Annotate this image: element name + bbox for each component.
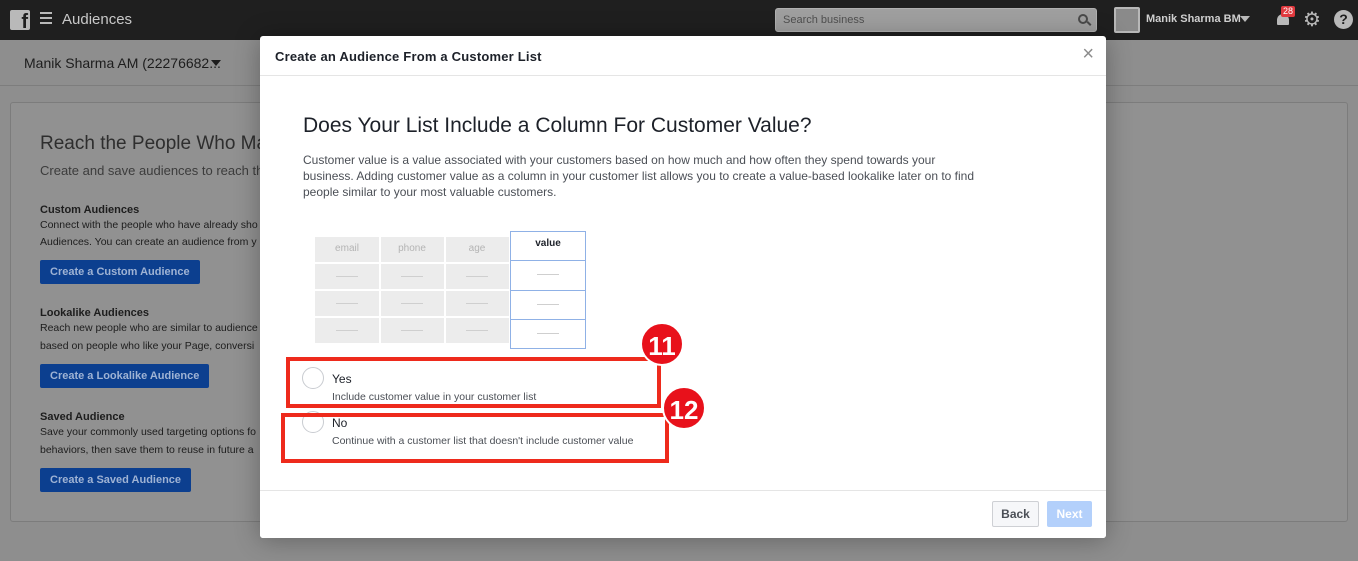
dialog-footer: Back Next [260, 490, 1106, 538]
highlight-box-yes [286, 357, 661, 408]
saved-audience-text-line: Save your commonly used targeting option… [40, 426, 256, 438]
ad-account-selector[interactable]: Manik Sharma AM (22276682... [24, 55, 221, 71]
illustration-divider [511, 260, 585, 261]
close-icon[interactable]: × [1082, 44, 1094, 64]
illustration-value-column: value [510, 231, 586, 349]
illustration-placeholder-dash [336, 303, 358, 304]
customer-value-question: Does Your List Include a Column For Cust… [303, 114, 812, 137]
illustration-placeholder-dash [537, 274, 559, 275]
illustration-divider [511, 319, 585, 320]
illustration-placeholder-dash [336, 276, 358, 277]
business-dropdown-caret-icon[interactable] [1240, 16, 1250, 22]
settings-gear-icon[interactable]: ⚙ [1303, 10, 1321, 30]
illustration-placeholder-dash [466, 330, 488, 331]
illustration-divider [315, 316, 511, 318]
illustration-divider [315, 262, 511, 264]
search-placeholder: Search business [783, 14, 865, 26]
illustration-column-phone: phone [398, 243, 426, 254]
lookalike-audiences-text-line: Reach new people who are similar to audi… [40, 322, 258, 334]
illustration-placeholder-dash [401, 276, 423, 277]
dialog-header: Create an Audience From a Customer List … [260, 36, 1106, 76]
app-title[interactable]: Audiences [62, 11, 132, 28]
account-dropdown-caret-icon[interactable] [211, 60, 221, 66]
create-saved-audience-button[interactable]: Create a Saved Audience [40, 468, 192, 492]
top-navigation-bar: f Audiences Search business Manik Sharma… [0, 0, 1358, 40]
step-badge-12: 12 [662, 386, 706, 430]
business-avatar[interactable] [1114, 7, 1140, 33]
notification-count-badge: 28 [1281, 6, 1296, 17]
illustration-column-age: age [468, 243, 486, 254]
facebook-logo-icon[interactable]: f [10, 10, 30, 30]
illustration-column-value: value [535, 238, 561, 249]
back-button[interactable]: Back [992, 501, 1039, 527]
create-lookalike-audience-button[interactable]: Create a Lookalike Audience [40, 364, 210, 388]
illustration-placeholder-dash [401, 330, 423, 331]
illustration-placeholder-dash [401, 303, 423, 304]
customer-value-description: Customer value is a value associated wit… [303, 153, 975, 199]
customer-list-illustration: email phone age value [315, 231, 587, 349]
saved-audience-title: Saved Audience [40, 411, 125, 423]
illustration-placeholder-dash [537, 304, 559, 305]
illustration-divider [315, 289, 511, 291]
help-icon[interactable]: ? [1334, 10, 1353, 29]
illustration-placeholder-dash [537, 333, 559, 334]
business-name[interactable]: Manik Sharma BM [1146, 13, 1241, 25]
custom-audiences-text-line: Connect with the people who have already… [40, 219, 258, 231]
illustration-column-email: email [335, 243, 359, 254]
illustration-divider [511, 290, 585, 291]
dialog-title: Create an Audience From a Customer List [275, 49, 542, 64]
lookalike-audiences-text-line: based on people who like your Page, conv… [40, 340, 255, 352]
step-badge-11: 11 [640, 322, 684, 366]
illustration-placeholder-dash [336, 330, 358, 331]
lookalike-audiences-title: Lookalike Audiences [40, 307, 150, 319]
highlight-box-no [281, 413, 669, 463]
intro-heading: Reach the People Who Mat [40, 133, 273, 154]
intro-subheading: Create and save audiences to reach the [40, 163, 271, 178]
next-button[interactable]: Next [1047, 501, 1092, 527]
search-icon [1078, 14, 1088, 24]
create-custom-audience-button[interactable]: Create a Custom Audience [40, 260, 200, 284]
illustration-placeholder-dash [466, 276, 488, 277]
custom-audiences-title: Custom Audiences [40, 204, 140, 216]
notifications-bell-icon[interactable]: 28 [1275, 6, 1296, 27]
saved-audience-text-line: behaviors, then save them to reuse in fu… [40, 444, 254, 456]
custom-audiences-text-line: Audiences. You can create an audience fr… [40, 236, 257, 248]
menu-icon[interactable] [40, 12, 52, 26]
search-business-input[interactable]: Search business [775, 8, 1097, 32]
illustration-placeholder-dash [466, 303, 488, 304]
